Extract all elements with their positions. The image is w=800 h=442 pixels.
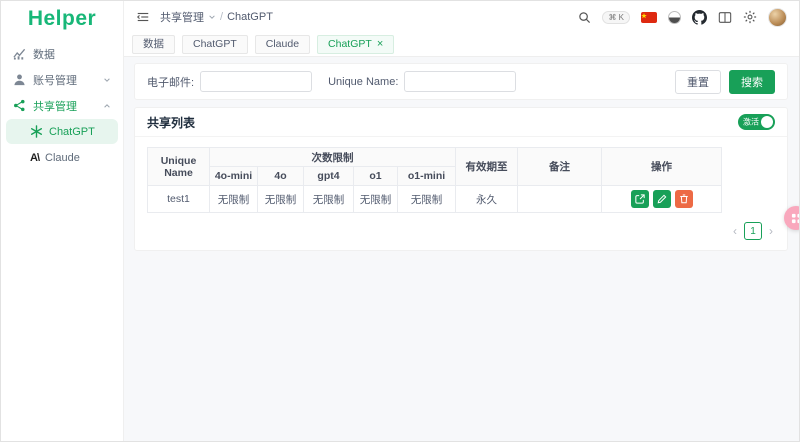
main-area: 共享管理 / ChatGPT ⌘ K xyxy=(124,1,799,441)
unique-name-input[interactable] xyxy=(404,71,516,92)
col-expire: 有效期至 xyxy=(456,148,518,186)
user-avatar[interactable] xyxy=(768,8,787,27)
toggle-label: 激活 xyxy=(743,117,759,128)
col-model: 4o xyxy=(258,167,304,186)
sidebar-collapse-icon[interactable] xyxy=(136,10,150,24)
toggle-knob xyxy=(761,116,773,128)
cell-expire: 永久 xyxy=(456,186,518,213)
external-link-icon xyxy=(635,194,645,204)
reset-button[interactable]: 重置 xyxy=(675,70,721,94)
pagination: ‹ 1 › xyxy=(135,213,787,242)
topbar: 共享管理 / ChatGPT ⌘ K xyxy=(124,1,799,33)
cell-limit: 无限制 xyxy=(304,186,354,213)
prev-page-icon[interactable]: ‹ xyxy=(733,225,737,237)
page-number[interactable]: 1 xyxy=(744,222,762,240)
share-icon xyxy=(13,99,26,112)
palette-icon xyxy=(791,213,800,224)
col-model: 4o-mini xyxy=(210,167,258,186)
tab-data[interactable]: 数据 xyxy=(132,35,175,54)
share-table: Unique Name 次数限制 有效期至 备注 操作 4o-mini 4o g… xyxy=(147,147,722,213)
email-input[interactable] xyxy=(200,71,312,92)
delete-button[interactable] xyxy=(675,190,693,208)
share-link-button[interactable] xyxy=(631,190,649,208)
app-logo: Helper xyxy=(1,1,123,37)
sidebar-subitem-label: ChatGPT xyxy=(49,126,95,138)
content: 电子邮件: Unique Name: 重置 搜索 共享列表 激活 xyxy=(124,57,799,441)
cell-actions xyxy=(602,186,722,213)
share-list-header: 共享列表 激活 xyxy=(135,108,787,137)
sidebar-item-label: 共享管理 xyxy=(33,98,77,114)
close-icon[interactable]: × xyxy=(377,39,383,50)
col-actions: 操作 xyxy=(602,148,722,186)
topbar-tools: ⌘ K xyxy=(578,8,787,27)
sidebar-item-accounts[interactable]: 账号管理 xyxy=(6,67,118,92)
col-note: 备注 xyxy=(518,148,602,186)
cell-limit: 无限制 xyxy=(258,186,304,213)
active-toggle[interactable]: 激活 xyxy=(738,114,775,130)
chevron-down-icon xyxy=(208,13,216,21)
unique-name-label: Unique Name: xyxy=(328,76,398,88)
cell-limit: 无限制 xyxy=(354,186,398,213)
next-page-icon[interactable]: › xyxy=(769,225,773,237)
openai-icon xyxy=(30,125,43,138)
app-window: Helper 数据 账号管理 共享管理 ChatGPT A\ xyxy=(0,0,800,442)
cell-note xyxy=(518,186,602,213)
cell-limit: 无限制 xyxy=(398,186,456,213)
breadcrumb-current: ChatGPT xyxy=(227,11,273,23)
user-icon xyxy=(13,73,26,86)
shortcut-badge[interactable]: ⌘ K xyxy=(602,11,630,24)
breadcrumb: 共享管理 / ChatGPT xyxy=(160,9,273,25)
share-list-title: 共享列表 xyxy=(147,114,195,131)
edit-pencil-icon xyxy=(657,194,667,204)
settings-gear-icon[interactable] xyxy=(743,10,757,24)
sidebar-item-label: 账号管理 xyxy=(33,72,77,88)
tab-label: ChatGPT xyxy=(328,38,372,51)
anthropic-icon: A\ xyxy=(30,152,39,164)
chevron-up-icon xyxy=(103,102,111,110)
col-model: gpt4 xyxy=(304,167,354,186)
github-icon[interactable] xyxy=(692,10,707,25)
cell-limit: 无限制 xyxy=(210,186,258,213)
tab-label: Claude xyxy=(266,38,299,51)
language-flag-icon[interactable] xyxy=(641,12,657,23)
sidebar-subitem-label: Claude xyxy=(45,152,80,164)
breadcrumb-root[interactable]: 共享管理 xyxy=(160,9,204,25)
sidebar: Helper 数据 账号管理 共享管理 ChatGPT A\ xyxy=(1,1,124,441)
tabbar: 数据 ChatGPT Claude ChatGPT × xyxy=(124,33,799,57)
table-row: test1 无限制 无限制 无限制 无限制 无限制 永久 xyxy=(148,186,722,213)
col-unique-name: Unique Name xyxy=(148,148,210,186)
tab-label: 数据 xyxy=(143,38,164,51)
sidebar-item-data[interactable]: 数据 xyxy=(6,41,118,66)
sidebar-subitem-chatgpt[interactable]: ChatGPT xyxy=(6,119,118,144)
chevron-down-icon xyxy=(103,76,111,84)
tab-chatgpt[interactable]: ChatGPT xyxy=(182,35,248,54)
search-button[interactable]: 搜索 xyxy=(729,70,775,94)
search-icon[interactable] xyxy=(578,11,591,24)
tab-chatgpt-active[interactable]: ChatGPT × xyxy=(317,35,394,54)
share-list-card: 共享列表 激活 Unique Name 次数 xyxy=(134,107,788,251)
trash-icon xyxy=(679,194,689,204)
share-table-wrap: Unique Name 次数限制 有效期至 备注 操作 4o-mini 4o g… xyxy=(135,137,787,213)
filter-bar: 电子邮件: Unique Name: 重置 搜索 xyxy=(134,63,788,100)
cell-unique-name: test1 xyxy=(148,186,210,213)
sidebar-item-label: 数据 xyxy=(33,46,55,62)
breadcrumb-separator: / xyxy=(220,11,223,23)
col-limit-group: 次数限制 xyxy=(210,148,456,167)
sidebar-nav: 数据 账号管理 共享管理 ChatGPT A\ Claude xyxy=(1,37,123,175)
docs-icon[interactable] xyxy=(718,11,732,24)
col-model: o1 xyxy=(354,167,398,186)
theme-toggle-icon[interactable] xyxy=(668,11,681,24)
email-label: 电子邮件: xyxy=(147,74,194,90)
chart-icon xyxy=(13,47,26,60)
filter-buttons: 重置 搜索 xyxy=(675,70,775,94)
tab-claude[interactable]: Claude xyxy=(255,35,310,54)
edit-button[interactable] xyxy=(653,190,671,208)
sidebar-subitem-claude[interactable]: A\ Claude xyxy=(6,145,118,170)
tab-label: ChatGPT xyxy=(193,38,237,51)
col-model: o1-mini xyxy=(398,167,456,186)
sidebar-item-share[interactable]: 共享管理 xyxy=(6,93,118,118)
